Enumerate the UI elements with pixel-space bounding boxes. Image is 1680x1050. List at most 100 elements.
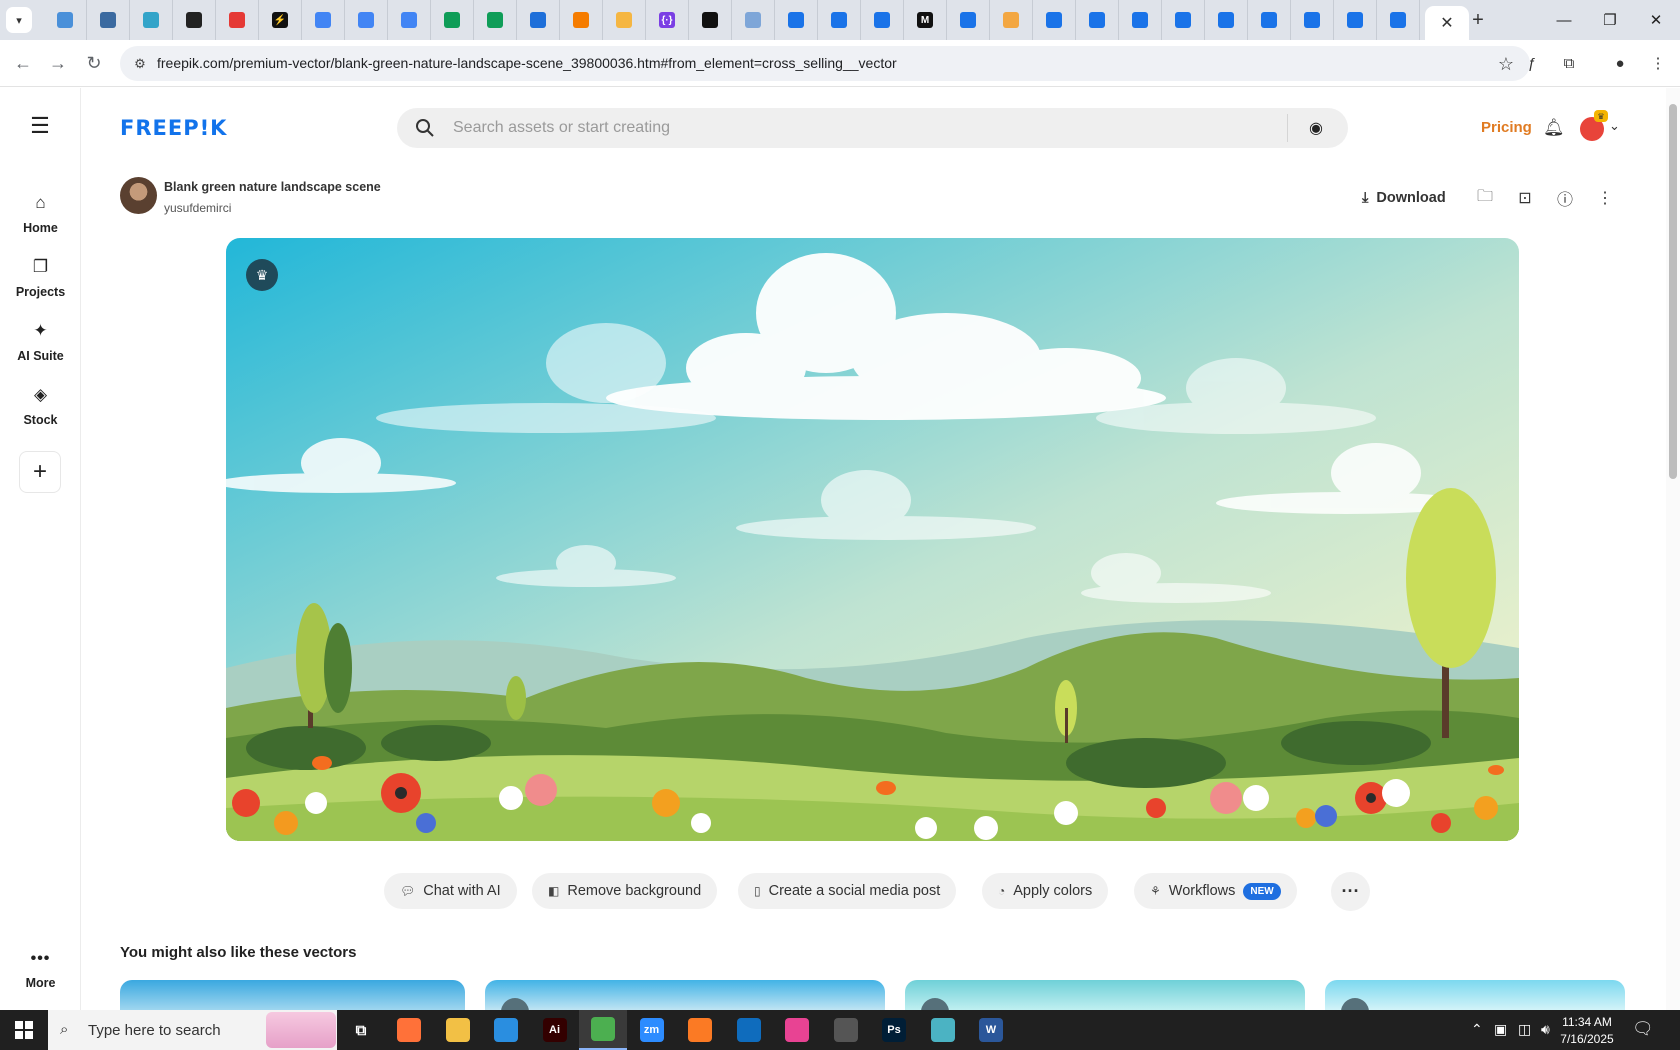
browser-tab[interactable] [173, 0, 216, 40]
taskbar-app-icon[interactable]: zm [628, 1010, 676, 1050]
taskbar-app-icon[interactable] [385, 1010, 433, 1050]
browser-tab[interactable] [345, 0, 388, 40]
back-button[interactable]: ← [8, 48, 38, 78]
scrollbar-thumb[interactable] [1669, 104, 1677, 479]
notification-icon[interactable]: 🗨︎ [1632, 1019, 1654, 1039]
related-card[interactable] [905, 980, 1305, 1010]
browser-tab[interactable] [560, 0, 603, 40]
browser-tab[interactable] [431, 0, 474, 40]
create-social-post-button[interactable]: ▯ Create a social media post [738, 873, 957, 909]
browser-tab[interactable] [732, 0, 775, 40]
hamburger-menu-icon[interactable]: ☰ [26, 113, 54, 138]
bell-icon[interactable]: 🔔︎ [1543, 118, 1565, 140]
related-card[interactable] [120, 980, 465, 1010]
browser-tab[interactable] [990, 0, 1033, 40]
taskbar-app-icon[interactable] [579, 1010, 627, 1050]
browser-tab[interactable] [1205, 0, 1248, 40]
browser-tab[interactable] [1076, 0, 1119, 40]
bookmark-star-icon[interactable]: ☆ [1494, 52, 1518, 76]
freepik-logo[interactable]: FREEP!K [120, 116, 227, 140]
taskbar-app-icon[interactable]: W [967, 1010, 1015, 1050]
browser-tab[interactable] [388, 0, 431, 40]
related-card[interactable] [485, 980, 885, 1010]
task-view-icon[interactable]: ⧉ [337, 1010, 385, 1050]
minimize-button[interactable]: — [1541, 0, 1587, 40]
new-tab-button[interactable]: + [1463, 6, 1493, 34]
taskbar-app-icon[interactable] [822, 1010, 870, 1050]
browser-tab[interactable]: M [904, 0, 947, 40]
browser-tab[interactable] [1119, 0, 1162, 40]
windows-start-icon[interactable] [0, 1010, 48, 1050]
search-input[interactable] [453, 117, 1253, 139]
more-tools-button[interactable]: ··· [1331, 872, 1370, 911]
apply-colors-button[interactable]: ◔ Apply colors [982, 873, 1109, 909]
browser-tab[interactable] [130, 0, 173, 40]
browser-tab[interactable] [603, 0, 646, 40]
wifi-icon[interactable]: ◫ [1518, 1021, 1531, 1038]
info-icon[interactable]: ⓘ [1554, 187, 1576, 209]
network-status-icon[interactable]: ▣ [1494, 1021, 1507, 1038]
browser-tab[interactable] [775, 0, 818, 40]
taskbar-app-icon[interactable] [919, 1010, 967, 1050]
browser-tab[interactable] [1377, 0, 1420, 40]
browser-tab[interactable] [302, 0, 345, 40]
related-card[interactable] [1325, 980, 1625, 1010]
reload-button[interactable]: ↻ [79, 48, 109, 78]
browser-tab[interactable] [818, 0, 861, 40]
clock-date[interactable]: 7/16/2025 [1557, 1032, 1617, 1046]
browser-tab[interactable] [947, 0, 990, 40]
tray-chevron-icon[interactable]: ⌃ [1471, 1021, 1483, 1038]
save-to-collection-icon[interactable]: 🗀︎ [1474, 187, 1496, 209]
rail-item-more[interactable]: ••• More [0, 950, 81, 990]
browser-menu-icon[interactable]: ⋮ [1645, 50, 1671, 76]
forward-button[interactable]: → [43, 48, 73, 78]
browser-tab[interactable] [1248, 0, 1291, 40]
pricing-link[interactable]: Pricing [1481, 119, 1532, 136]
taskbar-app-icon[interactable] [434, 1010, 482, 1050]
taskbar-app-icon[interactable] [676, 1010, 724, 1050]
taskbar-search-input[interactable]: Type here to search [88, 1022, 221, 1039]
close-window-button[interactable]: ✕ [1633, 0, 1679, 40]
edit-image-icon[interactable]: ⊡ [1514, 187, 1536, 209]
tab-search-button[interactable]: ▾ [6, 7, 32, 33]
browser-tab[interactable] [1033, 0, 1076, 40]
profile-icon[interactable]: ● [1607, 50, 1633, 76]
rail-item-projects[interactable]: ❐ Projects [0, 257, 81, 313]
taskbar-search-box[interactable]: ⌕ Type here to search [48, 1010, 337, 1050]
asset-preview-image[interactable] [226, 238, 1519, 841]
restore-button[interactable]: ❐ [1587, 0, 1633, 40]
extensions-puzzle-icon[interactable]: ⧉ [1556, 50, 1582, 76]
url-text[interactable]: freepik.com/premium-vector/blank-green-n… [157, 55, 897, 71]
taskbar-app-icon[interactable] [725, 1010, 773, 1050]
browser-tab[interactable] [216, 0, 259, 40]
browser-tab[interactable] [517, 0, 560, 40]
taskbar-app-icon[interactable]: Ps [870, 1010, 918, 1050]
volume-icon[interactable]: 🔊︎ [1541, 1021, 1550, 1038]
browser-tab[interactable] [87, 0, 130, 40]
workflows-button[interactable]: ⚘ Workflows NEW [1134, 873, 1297, 909]
clock-time[interactable]: 11:34 AM [1557, 1015, 1617, 1029]
browser-tab[interactable] [1291, 0, 1334, 40]
remove-background-button[interactable]: ◧ Remove background [532, 873, 718, 909]
tab-close-icon[interactable]: ✕ [1440, 13, 1453, 33]
browser-tab[interactable] [1162, 0, 1205, 40]
rail-item-stock[interactable]: ◈ Stock [0, 385, 81, 441]
browser-tab[interactable] [689, 0, 732, 40]
browser-tab[interactable]: {·} [646, 0, 689, 40]
browser-tab[interactable]: ⚡ [259, 0, 302, 40]
site-info-icon[interactable]: ⚙ [130, 54, 150, 74]
rail-item-home[interactable]: ⌂ Home [0, 193, 81, 249]
taskbar-app-icon[interactable] [482, 1010, 530, 1050]
browser-tab[interactable] [474, 0, 517, 40]
taskbar-app-icon[interactable] [773, 1010, 821, 1050]
chat-with-ai-button[interactable]: 💬︎ Chat with AI [384, 873, 517, 909]
add-button[interactable]: + [19, 451, 61, 493]
author-name[interactable]: yusufdemirci [164, 201, 231, 215]
browser-tab[interactable] [44, 0, 87, 40]
camera-icon[interactable]: ◉ [1304, 116, 1328, 140]
address-bar[interactable]: ⚙ freepik.com/premium-vector/blank-green… [120, 46, 1530, 81]
chevron-down-icon[interactable]: ⌄ [1609, 118, 1620, 134]
more-options-icon[interactable]: ⋮ [1594, 187, 1616, 209]
author-avatar[interactable] [120, 177, 157, 214]
taskbar-app-icon[interactable]: Ai [531, 1010, 579, 1050]
